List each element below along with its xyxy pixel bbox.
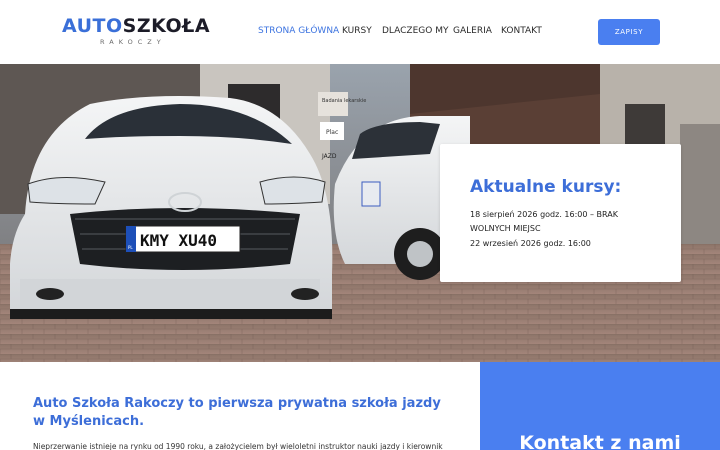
svg-text:Plac: Plac: [326, 129, 338, 136]
logo-wordmark: AUTOSZKOŁA: [62, 15, 210, 37]
hero-section: Badania lekarskie Plac JAZD PL KMY XU40: [0, 64, 720, 362]
svg-text:PL: PL: [128, 245, 133, 250]
courses-title: Aktualne kursy:: [470, 177, 622, 197]
logo[interactable]: AUTOSZKOŁA RAKOCZY: [62, 15, 210, 47]
intro-section: Auto Szkoła Rakoczy to pierwsza prywatna…: [0, 362, 480, 450]
intro-text: Nieprzerwanie istnieje na rynku od 1990 …: [33, 442, 443, 450]
logo-szkola-text: SZKOŁA: [122, 15, 211, 37]
svg-text:Badania lekarskie: Badania lekarskie: [322, 98, 366, 104]
nav-item-home[interactable]: STRONA GŁÓWNA: [258, 26, 339, 36]
courses-card: Aktualne kursy: 18 sierpień 2026 godz. 1…: [440, 144, 681, 282]
sign-board: [318, 92, 348, 116]
logo-auto-text: AUTO: [62, 15, 123, 37]
logo-subtitle: RAKOCZY: [100, 38, 166, 46]
site-header: AUTOSZKOŁA RAKOCZY STRONA GŁÓWNA KURSY D…: [0, 0, 720, 64]
course-item: 18 sierpień 2026 godz. 16:00 – BRAK WOLN…: [470, 210, 618, 233]
intro-title: Auto Szkoła Rakoczy to pierwsza prywatna…: [33, 396, 441, 429]
course-item: 22 wrzesień 2026 godz. 16:00: [470, 239, 591, 248]
nav-item-courses[interactable]: KURSY: [342, 26, 372, 36]
svg-text:KMY XU40: KMY XU40: [140, 231, 217, 250]
nav-item-why-us[interactable]: DLACZEGO MY: [382, 26, 448, 36]
svg-text:JAZD: JAZD: [321, 153, 337, 160]
nav-item-contact[interactable]: KONTAKT: [501, 26, 542, 36]
nav-item-gallery[interactable]: GALERIA: [453, 26, 492, 36]
signup-button[interactable]: ZAPISY: [598, 19, 660, 45]
contact-title: Kontakt z nami: [519, 432, 681, 450]
contact-section: Kontakt z nami: [480, 362, 720, 450]
